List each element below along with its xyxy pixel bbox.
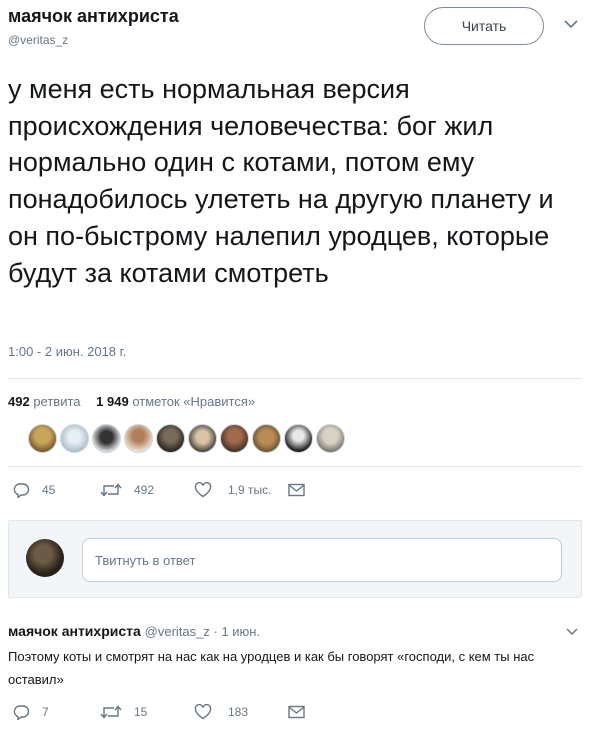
retweet-count: 492 bbox=[134, 483, 155, 497]
retweet-icon[interactable] bbox=[100, 482, 122, 498]
message-icon[interactable] bbox=[288, 705, 305, 719]
likes-label[interactable]: отметок «Нравится» bbox=[132, 394, 255, 409]
follow-button[interactable]: Читать bbox=[424, 7, 544, 45]
chevron-down-icon[interactable] bbox=[565, 626, 579, 637]
liker-avatars bbox=[28, 424, 345, 453]
liker-avatar[interactable] bbox=[252, 424, 281, 453]
liker-avatar[interactable] bbox=[92, 424, 121, 453]
reply-count: 45 bbox=[42, 483, 56, 497]
reply-action[interactable]: 45 bbox=[12, 482, 55, 498]
reply-reply-action[interactable]: 7 bbox=[12, 704, 49, 720]
liker-avatar[interactable] bbox=[284, 424, 313, 453]
tweet-text: у меня есть нормальная версия происхожде… bbox=[8, 74, 554, 288]
retweets-label[interactable]: ретвита bbox=[33, 394, 80, 409]
retweets-count[interactable]: 492 bbox=[8, 394, 30, 409]
liker-avatar[interactable] bbox=[316, 424, 345, 453]
divider bbox=[8, 378, 582, 379]
reply-input[interactable]: Твитнуть в ответ bbox=[82, 538, 562, 582]
tweet-timestamp[interactable]: 1:00 - 2 июн. 2018 г. bbox=[8, 344, 126, 359]
reply-like-count: 183 bbox=[228, 705, 249, 719]
author-name[interactable]: маячок антихриста bbox=[8, 6, 179, 27]
reply-header: маячок антихриста @veritas_z · 1 июн. bbox=[8, 623, 260, 639]
direct-message-action[interactable] bbox=[288, 483, 305, 497]
retweet-icon[interactable] bbox=[100, 704, 122, 720]
likes-count[interactable]: 1 949 bbox=[96, 394, 129, 409]
retweet-action[interactable]: 492 bbox=[100, 482, 154, 498]
reply-message-action[interactable] bbox=[288, 705, 305, 719]
like-icon[interactable] bbox=[194, 482, 212, 498]
reply-like-action[interactable]: 183 bbox=[194, 704, 248, 720]
liker-avatar[interactable] bbox=[124, 424, 153, 453]
liker-avatar[interactable] bbox=[28, 424, 57, 453]
reply-icon[interactable] bbox=[12, 704, 30, 720]
reply-text: Поэтому коты и смотрят на нас как на уро… bbox=[8, 649, 535, 687]
tweet-stats: 492 ретвита 1 949 отметок «Нравится» bbox=[8, 394, 255, 409]
reply-author-name[interactable]: маячок антихриста bbox=[8, 623, 141, 639]
current-user-avatar[interactable] bbox=[26, 539, 64, 577]
reply-retweet-count: 15 bbox=[134, 705, 148, 719]
like-count: 1,9 тыс. bbox=[228, 483, 272, 497]
reply-reply-count: 7 bbox=[42, 705, 49, 719]
liker-avatar[interactable] bbox=[220, 424, 249, 453]
liker-avatar[interactable] bbox=[60, 424, 89, 453]
divider bbox=[8, 466, 582, 467]
reply-retweet-action[interactable]: 15 bbox=[100, 704, 147, 720]
liker-avatar[interactable] bbox=[188, 424, 217, 453]
like-icon[interactable] bbox=[194, 704, 212, 720]
like-action[interactable]: 1,9 тыс. bbox=[194, 482, 271, 498]
reply-icon[interactable] bbox=[12, 482, 30, 498]
author-handle[interactable]: @veritas_z bbox=[8, 33, 68, 47]
liker-avatar[interactable] bbox=[156, 424, 185, 453]
message-icon[interactable] bbox=[288, 483, 305, 497]
chevron-down-icon[interactable] bbox=[562, 17, 580, 31]
reply-meta[interactable]: @veritas_z · 1 июн. bbox=[145, 624, 260, 639]
